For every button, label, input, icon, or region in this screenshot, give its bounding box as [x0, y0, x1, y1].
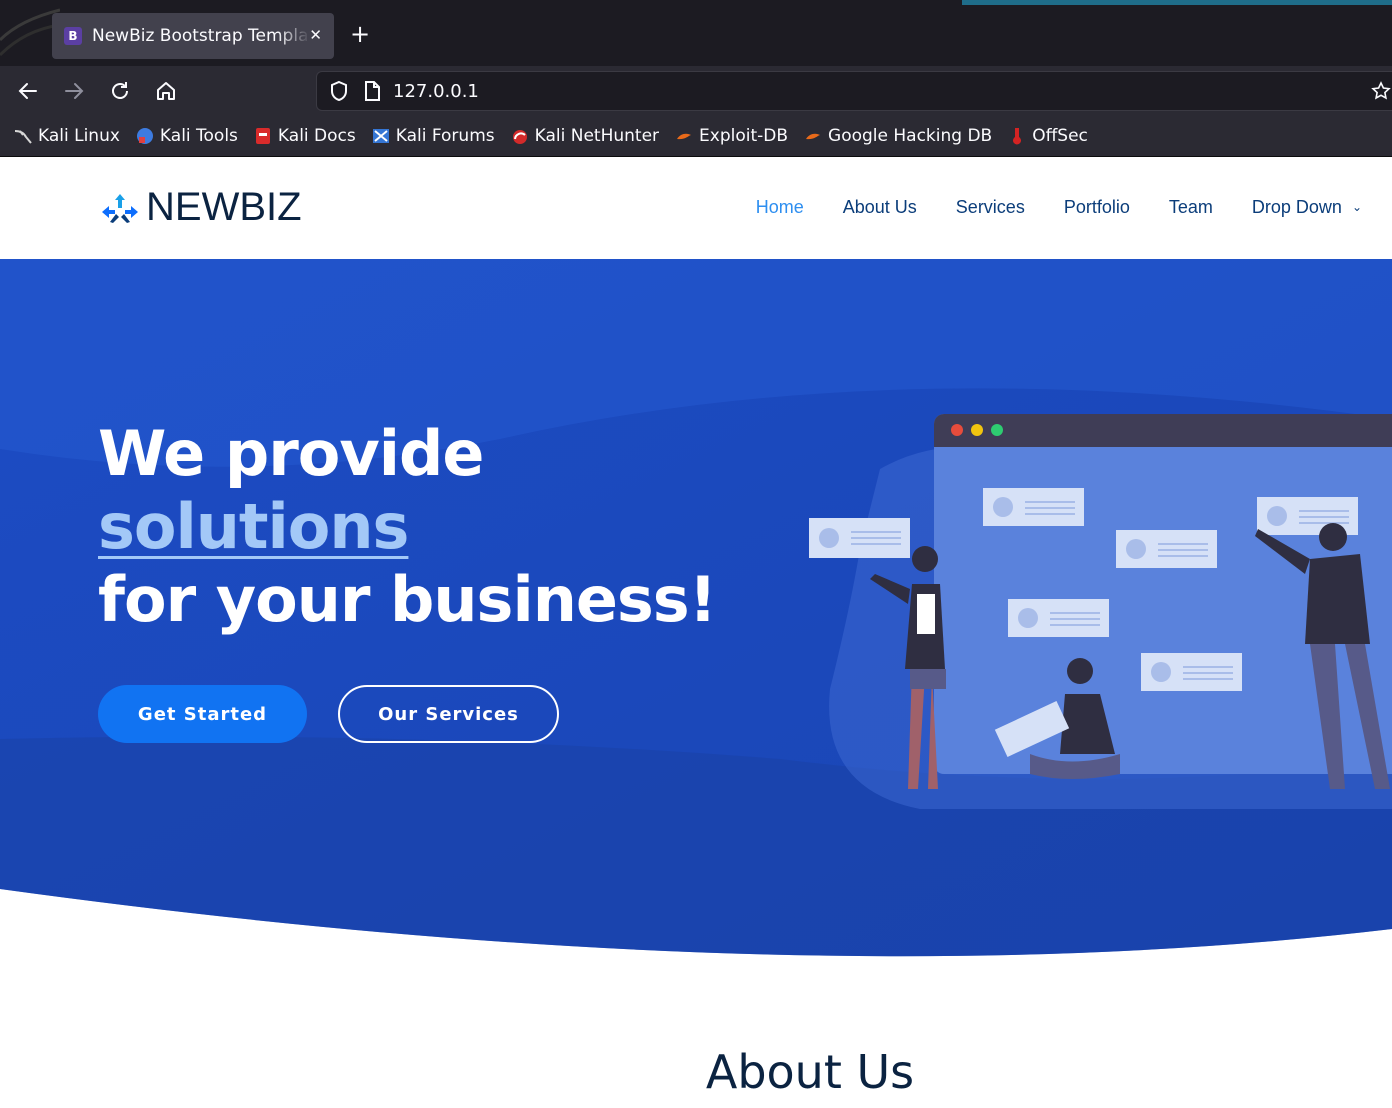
bookmark-exploit-db[interactable]: Exploit-DB — [675, 126, 788, 146]
nav-services[interactable]: Services — [956, 197, 1025, 218]
bookmarks-toolbar: Kali Linux Kali Tools Kali Docs Kali For… — [0, 116, 1392, 157]
chevron-down-icon: ⌄ — [1351, 200, 1362, 214]
site-logo[interactable]: NEWBIZ — [98, 185, 302, 230]
bootstrap-favicon-icon: B — [64, 27, 82, 45]
bookmark-label: Kali NetHunter — [534, 126, 660, 146]
nav-drop-down-label: Drop Down — [1251, 197, 1342, 217]
back-arrow-icon[interactable] — [13, 76, 43, 106]
bookmark-kali-linux[interactable]: Kali Linux — [14, 126, 120, 146]
bookmark-label: Kali Forums — [395, 126, 495, 146]
our-services-button[interactable]: Our Services — [338, 685, 559, 743]
get-started-button[interactable]: Get Started — [98, 685, 307, 743]
bookmark-offsec[interactable]: OffSec — [1008, 126, 1088, 146]
bookmark-label: OffSec — [1032, 126, 1088, 146]
bookmark-kali-forums[interactable]: Kali Forums — [372, 126, 495, 146]
shield-icon[interactable] — [329, 80, 349, 102]
nethunter-icon — [511, 127, 529, 145]
reload-icon[interactable] — [105, 76, 135, 106]
hero-line-1: We provide — [98, 417, 484, 490]
bookmark-google-hacking-db[interactable]: Google Hacking DB — [804, 126, 992, 146]
browser-nav-bar: 127.0.0.1 — [0, 66, 1392, 116]
url-text[interactable]: 127.0.0.1 — [393, 81, 479, 102]
ghdb-icon — [804, 127, 822, 145]
page-icon — [365, 81, 380, 101]
bookmark-label: Exploit-DB — [699, 126, 789, 146]
nav-drop-down[interactable]: Drop Down ⌄ — [1252, 197, 1362, 218]
kali-tools-icon — [136, 127, 154, 145]
bookmark-label: Kali Linux — [38, 126, 120, 146]
bookmark-label: Kali Docs — [277, 126, 356, 146]
nav-portfolio[interactable]: Portfolio — [1064, 197, 1130, 218]
browser-tab[interactable]: B NewBiz Bootstrap Template ✕ — [52, 13, 334, 59]
bookmark-kali-docs[interactable]: Kali Docs — [254, 126, 356, 146]
tab-close-icon[interactable]: ✕ — [309, 26, 322, 44]
home-icon[interactable] — [151, 76, 181, 106]
browser-tab-bar: B NewBiz Bootstrap Template ✕ + — [0, 0, 1392, 66]
forward-arrow-icon[interactable] — [59, 76, 89, 106]
kali-forums-icon — [372, 127, 390, 145]
hero-section: We provide solutions for your business! … — [0, 259, 1392, 979]
hero-heading: We provide solutions for your business! — [98, 417, 738, 636]
bookmark-label: Google Hacking DB — [828, 126, 993, 146]
bookmark-label: Kali Tools — [159, 126, 238, 146]
logo-text: NEWBIZ — [146, 185, 302, 229]
offsec-icon — [1008, 127, 1026, 145]
main-nav: Home About Us Services Portfolio Team Dr… — [717, 197, 1362, 218]
hero-line-2: solutions — [98, 490, 409, 563]
hero-line-3: for your business! — [98, 563, 717, 636]
exploit-db-icon — [675, 127, 693, 145]
bookmark-kali-nethunter[interactable]: Kali NetHunter — [511, 126, 659, 146]
site-header: NEWBIZ Home About Us Services Portfolio … — [0, 157, 1392, 259]
window-accent-strip — [962, 0, 1392, 5]
kali-wallpaper-swoosh — [0, 8, 60, 57]
new-tab-icon[interactable]: + — [350, 22, 370, 46]
newbiz-logo-icon — [102, 193, 138, 223]
address-bar[interactable]: 127.0.0.1 — [316, 71, 1392, 111]
nav-about-us[interactable]: About Us — [843, 197, 917, 218]
nav-team[interactable]: Team — [1169, 197, 1213, 218]
bookmark-star-icon[interactable] — [1371, 81, 1391, 101]
about-section-title: About Us — [705, 1045, 915, 1099]
tab-title: NewBiz Bootstrap Template — [92, 26, 310, 46]
bookmark-kali-tools[interactable]: Kali Tools — [136, 126, 238, 146]
nav-home[interactable]: Home — [756, 197, 804, 218]
kali-docs-icon — [254, 127, 272, 145]
hero-illustration — [809, 414, 1392, 809]
kali-dragon-icon — [14, 127, 32, 145]
